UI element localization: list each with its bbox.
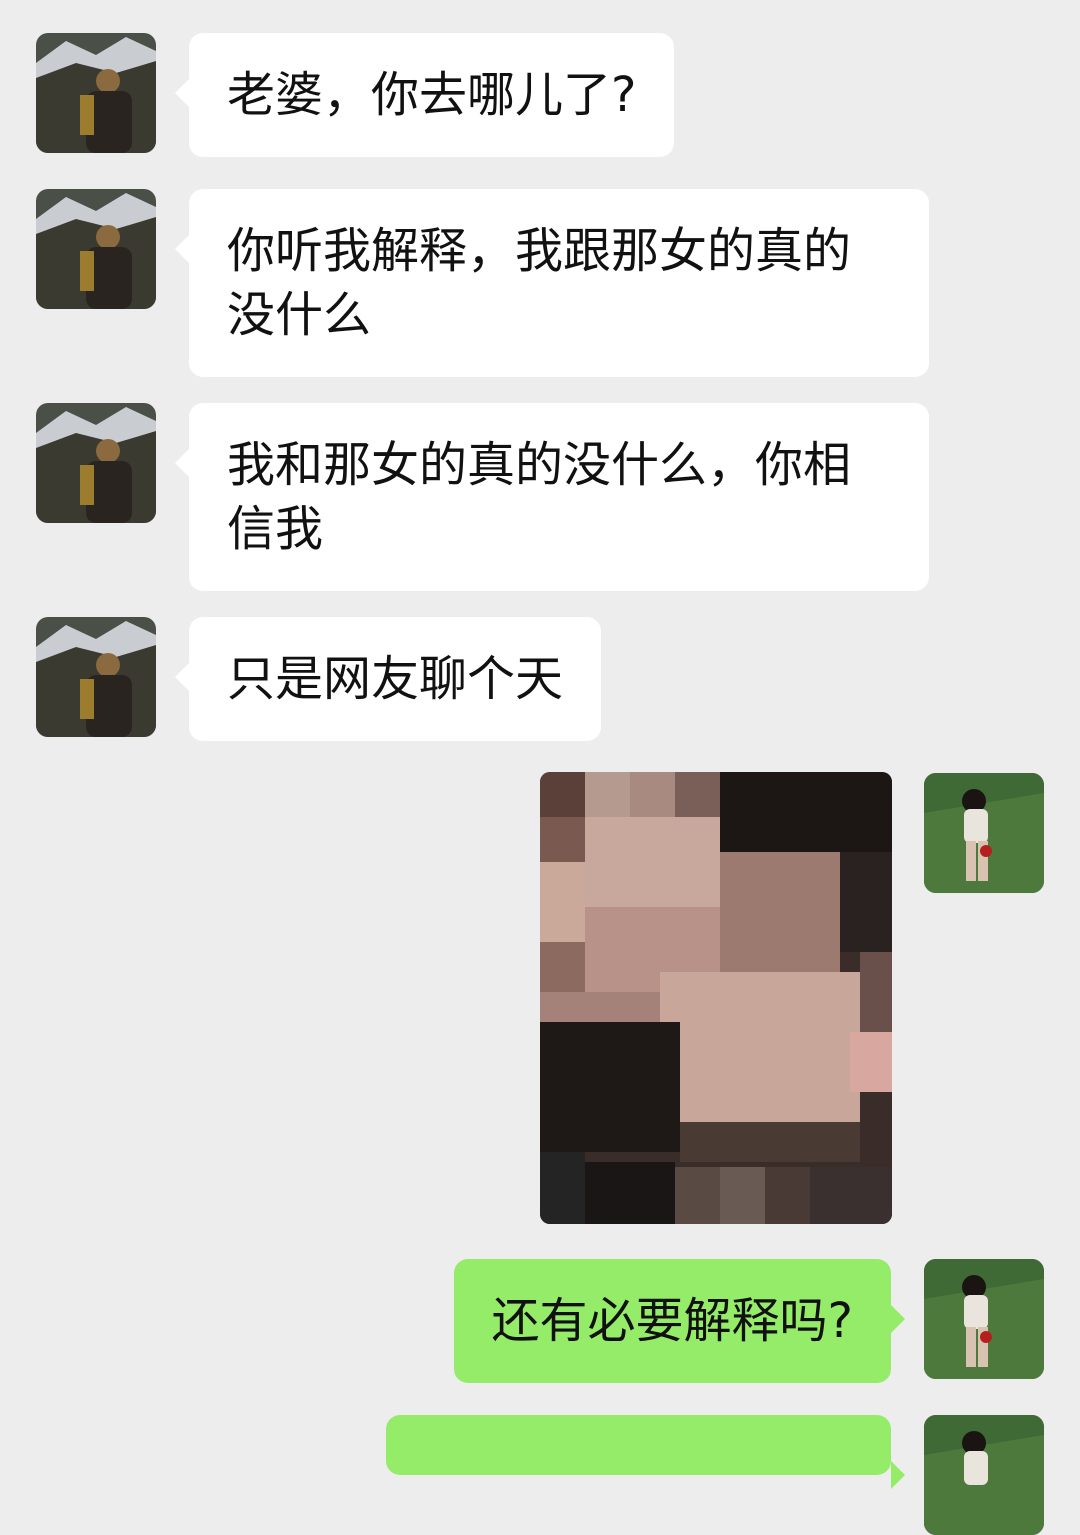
contact-avatar[interactable] (36, 617, 156, 737)
message-bubble-incoming[interactable]: 我和那女的真的没什么，你相信我 (175, 403, 929, 591)
my-avatar[interactable] (924, 1259, 1044, 1379)
message-bubble-outgoing[interactable] (386, 1415, 905, 1489)
contact-avatar[interactable] (36, 33, 156, 153)
contact-avatar[interactable] (36, 189, 156, 309)
image-message[interactable] (540, 772, 892, 1224)
message-text: 只是网友聊个天 (227, 651, 564, 707)
message-text: 还有必要解释吗? (491, 1293, 853, 1349)
message-bubble-incoming[interactable]: 老婆，你去哪儿了? (174, 33, 675, 157)
message-text: 我和那女的真的没什么，你相信我 (227, 437, 852, 557)
message-bubble-incoming[interactable]: 只是网友聊个天 (174, 617, 602, 741)
message-text: 你听我解释，我跟那女的真的没什么 (227, 223, 852, 343)
message-bubble-outgoing[interactable]: 还有必要解释吗? (453, 1259, 906, 1383)
chat-area[interactable]: 老婆，你去哪儿了? 你听我解释，我跟那女的真的没什么 我和那女的真的没什么，你相… (0, 0, 1080, 1535)
message-bubble-incoming[interactable]: 你听我解释，我跟那女的真的没什么 (175, 189, 929, 377)
pixelated-photo (540, 772, 892, 1224)
my-avatar[interactable] (924, 1415, 1044, 1535)
my-avatar[interactable] (924, 773, 1044, 893)
contact-avatar[interactable] (36, 403, 156, 523)
message-text: 老婆，你去哪儿了? (227, 67, 637, 123)
